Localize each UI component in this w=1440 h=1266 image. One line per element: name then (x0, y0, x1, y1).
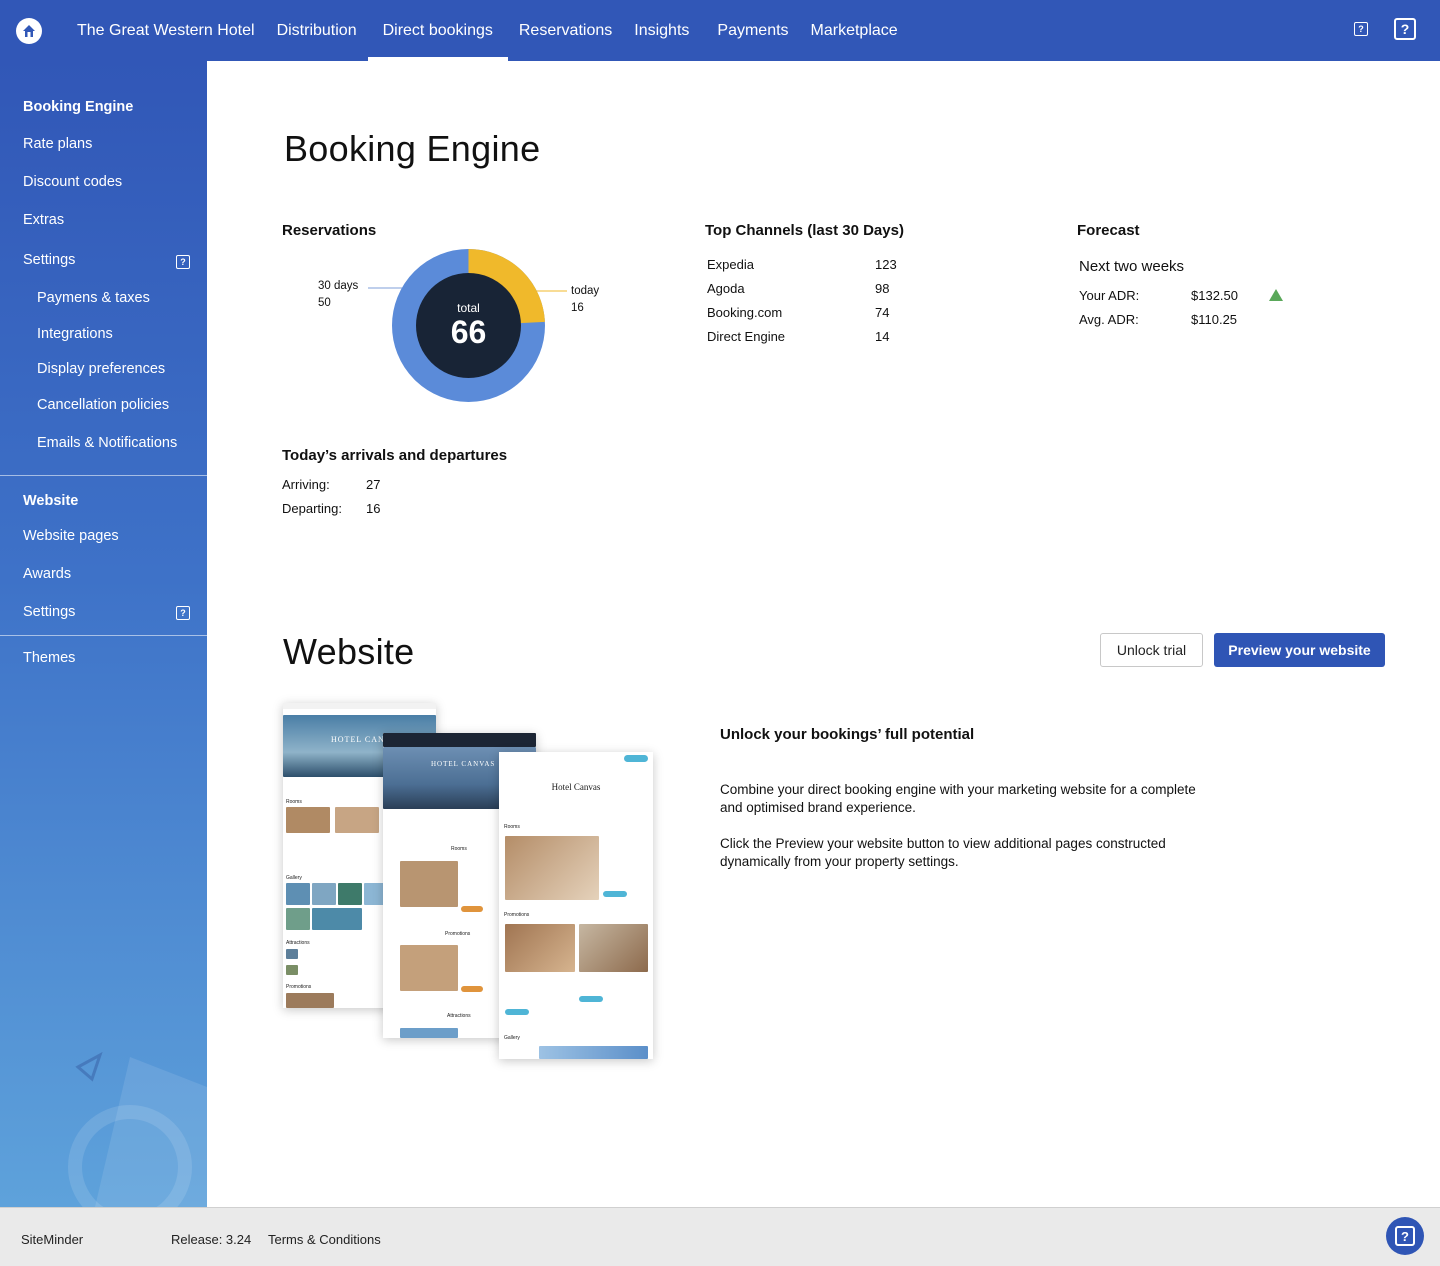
departing-value: 16 (366, 501, 381, 516)
arrivals-title: Today’s arrivals and departures (282, 447, 508, 464)
promo-paragraph-1: Combine your direct booking engine with … (720, 782, 1196, 815)
top-navigation: The Great Western Hotel Distribution Dir… (0, 0, 1440, 61)
channel-value: 98 (875, 281, 890, 296)
mockup-gallery-label: Gallery (504, 1035, 520, 1041)
sidebar-divider (0, 475, 207, 476)
channel-value: 123 (875, 257, 897, 272)
sidebar-item-website-pages[interactable]: Website pages (23, 528, 119, 544)
sidebar-item-display-preferences[interactable]: Display preferences (37, 361, 165, 377)
channel-name: Expedia (707, 257, 754, 272)
settings-help-icon[interactable]: ? (176, 255, 190, 269)
sidebar-item-payments-taxes[interactable]: Paymens & taxes (37, 290, 150, 306)
sidebar-item-website-settings[interactable]: Settings (23, 604, 75, 620)
promo-title: Unlock your bookings’ full potential (720, 726, 975, 743)
nav-distribution[interactable]: Distribution (266, 0, 368, 61)
donut-period-label: 30 days (318, 280, 359, 292)
donut-total-label: total (457, 301, 480, 315)
footer-release: Release: 3.24 (171, 1232, 252, 1247)
channel-name: Booking.com (707, 305, 783, 320)
mockup-rooms-label: Rooms (286, 799, 302, 805)
sidebar-decoration (68, 1051, 207, 1207)
sidebar-item-rate-plans[interactable]: Rate plans (23, 136, 92, 152)
mockup-hotel-title: Hotel Canvas (551, 782, 601, 792)
mockup-attractions-label: Attractions (447, 1013, 471, 1019)
arriving-label: Arriving: (282, 477, 330, 492)
sidebar-item-emails-notifications[interactable]: Emails & Notifications (37, 435, 177, 451)
sidebar-divider (0, 635, 207, 636)
sidebar-item-website[interactable]: Website (23, 493, 78, 509)
main-nav: The Great Western Hotel Distribution Dir… (66, 0, 909, 61)
donut-today-value: 16 (571, 302, 584, 314)
nav-payments[interactable]: Payments (706, 0, 799, 61)
trend-up-icon (1269, 289, 1283, 301)
top-channels-title: Top Channels (last 30 Days) (705, 222, 904, 239)
channel-name: Agoda (707, 281, 745, 296)
sidebar-item-extras[interactable]: Extras (23, 212, 64, 228)
sidebar-item-cancellation-policies[interactable]: Cancellation policies (37, 397, 169, 413)
footer: SiteMinder Release: 3.24 Terms & Conditi… (0, 1207, 1440, 1266)
help-icon: ? (1395, 1226, 1415, 1246)
mockup-promotions-label: Promotions (504, 912, 530, 918)
website-settings-help-icon[interactable]: ? (176, 606, 190, 620)
donut-period-value: 50 (318, 297, 331, 309)
channel-value: 14 (875, 329, 890, 344)
donut-center: total 66 (416, 273, 521, 378)
mockup-rooms-label: Rooms (451, 846, 467, 852)
your-adr-value: $132.50 (1191, 288, 1238, 303)
sidebar: Booking Engine Rate plans Discount codes… (0, 61, 207, 1207)
home-logo[interactable] (0, 0, 58, 61)
help-small-icon[interactable]: ? (1354, 22, 1368, 36)
mockup-promotions-label: Promotions (445, 931, 471, 937)
preview-website-button[interactable]: Preview your website (1214, 633, 1385, 667)
nav-insights[interactable]: Insights (623, 0, 700, 61)
donut-total-value: 66 (450, 314, 487, 350)
footer-terms-link[interactable]: Terms & Conditions (268, 1232, 381, 1247)
your-adr-label: Your ADR: (1079, 288, 1140, 303)
footer-help-button[interactable]: ? (1386, 1217, 1424, 1255)
mockup-hotel-name: HOTEL CANVAS (431, 760, 496, 768)
reservations-donut: total 66 (392, 249, 545, 402)
forecast-title: Forecast (1077, 222, 1140, 239)
nav-reservations[interactable]: Reservations (508, 0, 623, 61)
forecast-subtitle: Next two weeks (1079, 258, 1185, 275)
arriving-value: 27 (366, 477, 381, 492)
footer-brand: SiteMinder (21, 1232, 84, 1247)
nav-marketplace[interactable]: Marketplace (800, 0, 909, 61)
page-title: Booking Engine (284, 128, 541, 169)
sidebar-item-booking-engine[interactable]: Booking Engine (23, 99, 133, 115)
mockup-attractions-label: Attractions (286, 940, 310, 946)
home-icon (16, 17, 42, 44)
website-mockup-mobile: Hotel Canvas Rooms Promotions Gallery (499, 752, 653, 1059)
nav-property[interactable]: The Great Western Hotel (66, 0, 266, 61)
avg-adr-label: Avg. ADR: (1079, 312, 1139, 327)
sidebar-item-themes[interactable]: Themes (23, 650, 75, 666)
mockup-gallery-label: Gallery (286, 875, 302, 881)
channel-value: 74 (875, 305, 890, 320)
donut-today-label: today (571, 285, 600, 297)
promo-paragraph-2: Click the Preview your website button to… (720, 836, 1166, 869)
avg-adr-value: $110.25 (1191, 312, 1238, 327)
sidebar-item-integrations[interactable]: Integrations (37, 326, 113, 342)
unlock-trial-button[interactable]: Unlock trial (1100, 633, 1203, 667)
help-large-icon[interactable]: ? (1394, 18, 1416, 40)
nav-direct-bookings[interactable]: Direct bookings (367, 0, 509, 61)
mockup-rooms-label: Rooms (504, 824, 520, 830)
channel-name: Direct Engine (707, 329, 786, 344)
departing-label: Departing: (282, 501, 342, 516)
sidebar-item-discount-codes[interactable]: Discount codes (23, 174, 122, 190)
sidebar-item-awards[interactable]: Awards (23, 566, 71, 582)
website-title: Website (283, 631, 415, 672)
reservations-title: Reservations (282, 222, 377, 239)
sidebar-item-settings[interactable]: Settings (23, 252, 75, 268)
mockup-promotions-label: Promotions (286, 984, 312, 990)
